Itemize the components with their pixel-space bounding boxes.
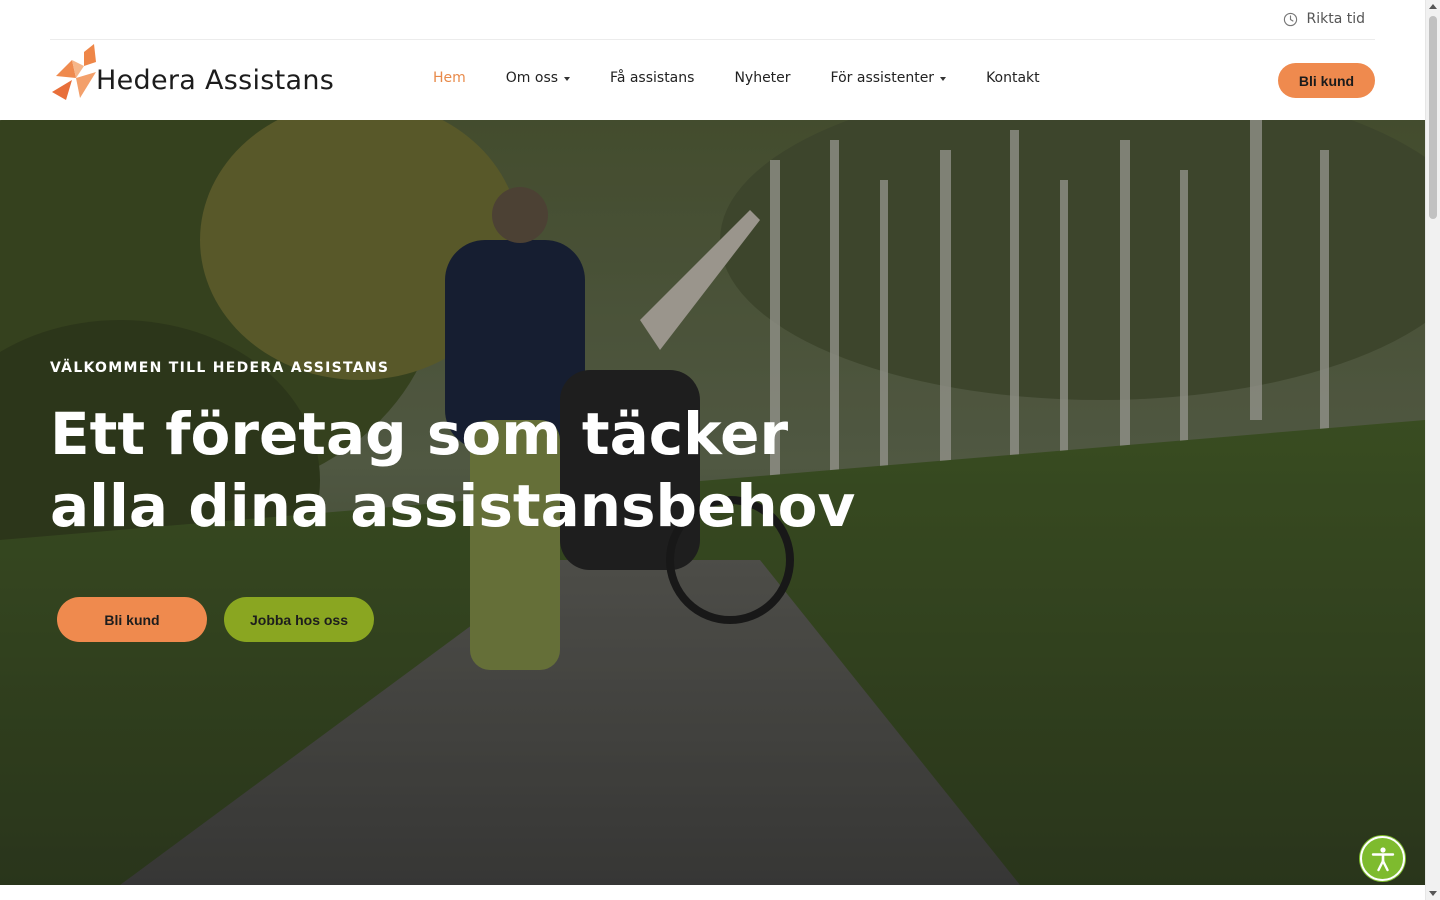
nav-item-label: Nyheter [734,70,791,86]
become-customer-button[interactable]: Bli kund [57,597,207,642]
nav-item-for-assistenter[interactable]: För assistenter [831,70,947,86]
scroll-up-arrow-icon[interactable] [1429,4,1437,9]
nav-item-kontakt[interactable]: Kontakt [986,70,1040,86]
hero-section: VÄLKOMMEN TILL HEDERA ASSISTANS Ett före… [0,120,1425,885]
book-time-link[interactable]: Rikta tid [1283,11,1365,27]
nav-item-label: Hem [433,70,466,86]
become-customer-header-button[interactable]: Bli kund [1278,63,1375,98]
brand-name: Hedera Assistans [96,65,335,96]
clock-icon [1284,12,1298,26]
page: Rikta tid Hedera Assistans Hem Om oss Få… [0,0,1425,900]
site-header: Hedera Assistans Hem Om oss Få assistans… [50,40,1375,120]
work-with-us-button[interactable]: Jobba hos oss [224,597,374,642]
page-bottom-edge [0,885,1425,900]
top-bar: Rikta tid [50,0,1375,40]
nav-item-label: Få assistans [610,70,695,86]
logo[interactable]: Hedera Assistans [50,42,334,102]
nav-item-label: Om oss [505,70,559,86]
nav-item-label: För assistenter [830,70,935,86]
caret-down-icon [564,76,571,81]
hero-kicker: VÄLKOMMEN TILL HEDERA ASSISTANS [50,360,390,376]
accessibility-icon [1371,846,1394,871]
hero-title: Ett företag som täcker alla dina assista… [50,400,856,540]
scroll-thumb[interactable] [1429,16,1437,219]
nav-item-fa-assistans[interactable]: Få assistans [610,70,694,86]
scroll-down-arrow-icon[interactable] [1429,891,1437,896]
leaf-logo-icon [52,44,96,100]
nav-item-nyheter[interactable]: Nyheter [734,70,790,86]
accessibility-button[interactable] [1360,836,1405,881]
nav-item-om-oss[interactable]: Om oss [505,70,571,86]
caret-down-icon [940,76,947,81]
nav-item-hem[interactable]: Hem [433,70,466,86]
page-scrollbar[interactable] [1425,0,1440,900]
main-nav: Hem Om oss Få assistans Nyheter För assi… [433,70,1080,86]
book-time-label: Rikta tid [1306,11,1365,27]
nav-item-label: Kontakt [986,70,1040,86]
